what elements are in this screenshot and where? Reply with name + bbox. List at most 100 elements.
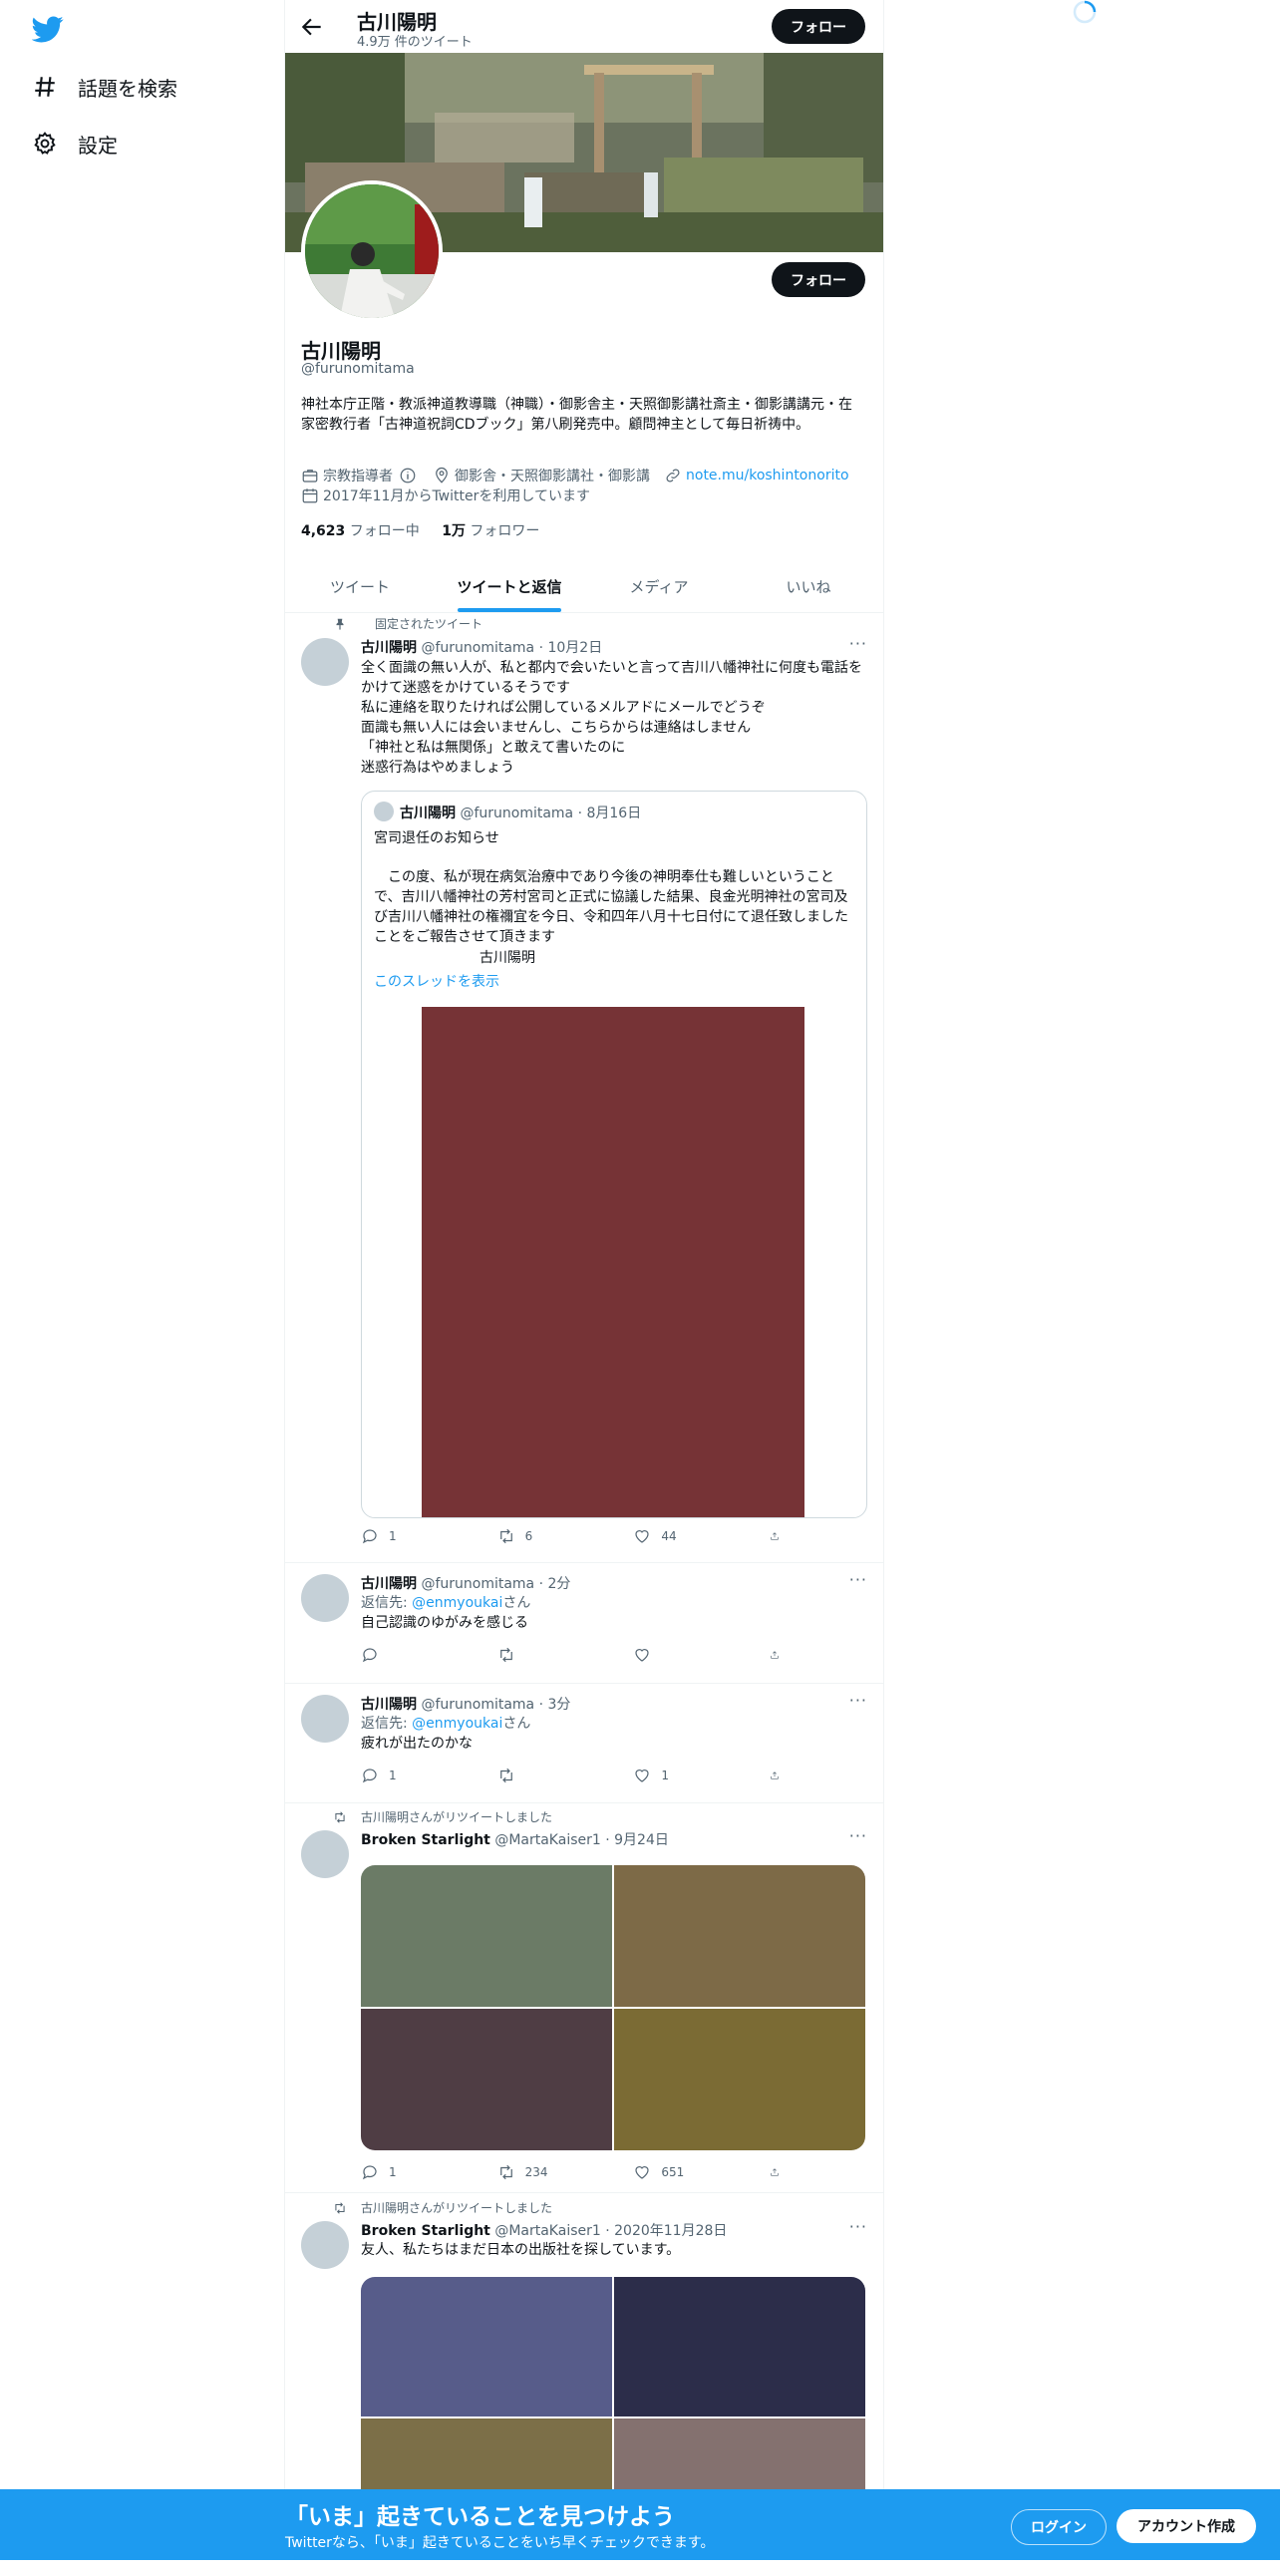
profile-follow-button[interactable]: フォロー <box>772 262 865 297</box>
tweet-actions: 1 6 44 <box>361 1527 790 1545</box>
tweet-retweet-1[interactable]: 古川陽明さんがリツイートしました Broken Starlight @Marta… <box>285 1802 883 2193</box>
share-icon <box>771 1771 779 1779</box>
profile-location: 御影舎・天照御影講社・御影講 <box>455 469 650 484</box>
author-name[interactable]: 古川陽明 <box>361 640 417 656</box>
reply-button[interactable]: 1 <box>361 1767 441 1784</box>
avatar[interactable] <box>301 1695 349 1743</box>
tweet-reply-1[interactable]: 古川陽明 @furunomitama · 2分 ··· 返信先: @enmyou… <box>285 1562 883 1684</box>
like-button[interactable]: 1 <box>633 1767 713 1784</box>
reply-count: 1 <box>389 1529 397 1543</box>
reply-prefix: 返信先: <box>361 1595 413 1611</box>
retweet-context-label: 古川陽明さんがリツイートしました <box>361 2201 553 2215</box>
profile-photo <box>305 184 439 318</box>
author-handle[interactable]: @MartaKaiser1 · 9月24日 <box>494 1832 669 1848</box>
reply-icon <box>362 2165 377 2180</box>
like-button[interactable]: 651 <box>633 2163 713 2181</box>
more-options-icon[interactable]: ··· <box>849 1570 867 1589</box>
like-button[interactable]: 44 <box>633 1527 713 1545</box>
avatar[interactable] <box>301 2221 349 2269</box>
reply-prefix: 返信先: <box>361 1716 413 1732</box>
header-follow-button[interactable]: フォロー <box>772 9 865 44</box>
nav-settings[interactable]: 設定 <box>32 124 118 163</box>
profile-bio: 神社本庁正階・教派神道教導職（神職）・御影舎主・天照御影講社斎主・御影講講元・在… <box>301 397 852 433</box>
following-link[interactable]: 4,623 フォロー中 <box>301 523 420 539</box>
twitter-logo-icon[interactable] <box>32 13 64 45</box>
nav-settings-label: 設定 <box>78 133 118 158</box>
more-options-icon[interactable]: ··· <box>849 1826 867 1845</box>
profile-joined-row: 2017年11月からTwitterを利用しています <box>301 485 590 505</box>
tweet-text: 自己認識のゆがみを感じる <box>361 1615 528 1631</box>
quote-tweet[interactable]: 古川陽明 @furunomitama · 8月16日 宮司退任のお知らせ この度… <box>361 791 867 1518</box>
tweet-pinned[interactable]: 固定されたツイート 古川陽明 @furunomitama · 10月2日 ···… <box>285 612 883 1563</box>
tweet-header: 古川陽明 @furunomitama · 3分 <box>361 1694 570 1714</box>
more-options-icon[interactable]: ··· <box>849 2217 867 2236</box>
share-icon <box>771 1532 779 1540</box>
media-image[interactable] <box>614 2277 865 2416</box>
quote-image[interactable] <box>422 1007 804 1517</box>
media-image[interactable] <box>614 2009 865 2150</box>
followers-link[interactable]: 1万 フォロワー <box>442 523 539 539</box>
profile-category: 宗教指導者 <box>323 469 393 484</box>
profile-link[interactable]: note.mu/koshintonorito <box>686 468 849 483</box>
retweet-context-label: 古川陽明さんがリツイートしました <box>361 1810 553 1824</box>
login-button[interactable]: ログイン <box>1011 2509 1107 2545</box>
reply-button[interactable]: 1 <box>361 2163 441 2181</box>
share-button[interactable] <box>770 1767 790 1784</box>
author-name[interactable]: 古川陽明 <box>361 1576 417 1592</box>
show-thread-link[interactable]: このスレッドを表示 <box>374 971 499 991</box>
author-handle[interactable]: @furunomitama · 10月2日 <box>421 640 602 656</box>
followers-count: 1万 <box>442 523 466 539</box>
retweet-button[interactable] <box>497 1767 577 1784</box>
avatar[interactable] <box>301 1574 349 1622</box>
reply-button[interactable]: 1 <box>361 1527 441 1545</box>
pinned-context: 固定されたツイート <box>333 615 482 632</box>
reply-suffix: さん <box>502 1716 531 1732</box>
more-options-icon[interactable]: ··· <box>849 634 867 653</box>
media-grid <box>361 1865 865 2150</box>
pinned-label: 固定されたツイート <box>375 617 483 631</box>
back-arrow-icon[interactable] <box>299 14 325 40</box>
like-button[interactable] <box>633 1646 713 1664</box>
tab-tweets-and-replies[interactable]: ツイートと返信 <box>435 560 584 612</box>
media-image[interactable] <box>361 2277 612 2416</box>
profile-avatar[interactable] <box>301 180 443 322</box>
heart-icon <box>635 1530 649 1543</box>
tab-likes[interactable]: いいね <box>734 560 883 612</box>
share-button[interactable] <box>770 1527 790 1545</box>
gear-icon <box>34 132 56 155</box>
reply-user-link[interactable]: @enmyoukai <box>412 1716 502 1732</box>
author-handle[interactable]: @MartaKaiser1 · 2020年11月28日 <box>494 2223 727 2239</box>
tab-tweets[interactable]: ツイート <box>285 560 435 612</box>
quote-avatar <box>374 802 394 821</box>
signup-button[interactable]: アカウント作成 <box>1117 2509 1256 2543</box>
more-options-icon[interactable]: ··· <box>849 1691 867 1710</box>
author-name[interactable]: Broken Starlight <box>361 2223 490 2239</box>
share-button[interactable] <box>770 2163 790 2181</box>
share-button[interactable] <box>770 1646 790 1664</box>
location-pin-icon <box>436 467 448 483</box>
reply-button[interactable] <box>361 1646 441 1664</box>
retweet-button[interactable] <box>497 1646 577 1664</box>
nav-explore[interactable]: 話題を検索 <box>32 67 177 107</box>
avatar[interactable] <box>301 638 349 686</box>
following-count: 4,623 <box>301 523 346 539</box>
author-name[interactable]: Broken Starlight <box>361 1832 490 1848</box>
tweet-reply-2[interactable]: 古川陽明 @furunomitama · 3分 ··· 返信先: @enmyou… <box>285 1683 883 1803</box>
profile-tabs: ツイート ツイートと返信 メディア いいね <box>285 560 883 613</box>
retweet-button[interactable]: 234 <box>497 2163 577 2181</box>
author-handle[interactable]: @furunomitama · 3分 <box>421 1697 570 1713</box>
share-icon <box>771 2168 779 2176</box>
reply-user-link[interactable]: @enmyoukai <box>412 1595 502 1611</box>
media-image[interactable] <box>614 1865 865 2007</box>
avatar[interactable] <box>301 1830 349 1878</box>
profile-header-bar: 古川陽明 4.9万 件のツイート フォロー <box>285 0 883 53</box>
tweet-header: Broken Starlight @MartaKaiser1 · 9月24日 <box>361 1829 669 1849</box>
media-image[interactable] <box>361 1865 612 2007</box>
quote-text: この度、私が現在病気治療中であり今後の神明奉仕も難しいということで、吉川八幡神社… <box>374 869 848 945</box>
tab-media[interactable]: メディア <box>584 560 734 612</box>
author-handle[interactable]: @furunomitama · 2分 <box>421 1576 570 1592</box>
info-icon[interactable] <box>399 467 417 484</box>
retweet-button[interactable]: 6 <box>497 1527 577 1545</box>
author-name[interactable]: 古川陽明 <box>361 1697 417 1713</box>
media-image[interactable] <box>361 2009 612 2150</box>
